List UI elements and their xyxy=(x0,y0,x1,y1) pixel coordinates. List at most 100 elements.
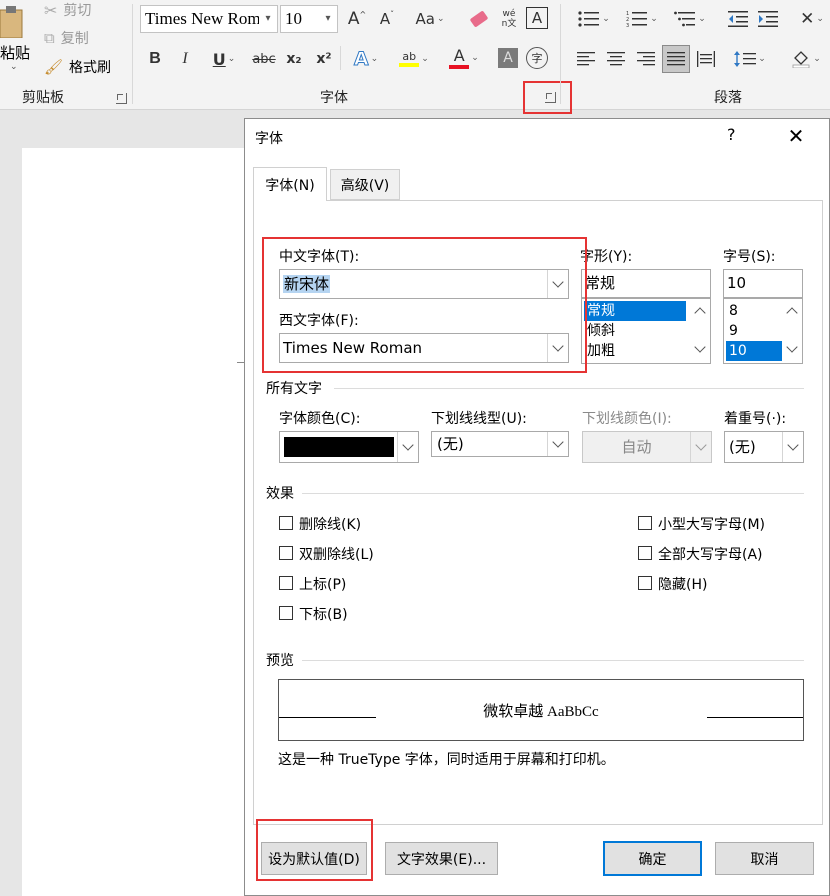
scroll-down-icon[interactable] xyxy=(694,341,706,355)
cancel-button[interactable]: 取消 xyxy=(715,842,814,875)
small-caps-checkbox[interactable] xyxy=(638,516,652,530)
list-item[interactable]: 8 xyxy=(726,301,782,321)
dialog-title: 字体 xyxy=(255,131,283,147)
emphasis-mark-combo[interactable]: (无) xyxy=(724,431,804,463)
superscript-checkbox[interactable] xyxy=(279,576,293,590)
tab-advanced[interactable]: 高级(V) xyxy=(330,169,400,200)
italic-button[interactable]: I xyxy=(174,46,196,72)
format-painter-button[interactable]: 🖌 格式刷 xyxy=(44,57,111,77)
help-icon[interactable]: ? xyxy=(727,125,736,144)
numbering-button[interactable]: 1 2 3 ⌄ xyxy=(622,6,662,32)
increase-indent-button[interactable] xyxy=(756,6,780,32)
align-center-button[interactable] xyxy=(604,46,628,72)
enclose-characters-icon: 字 xyxy=(531,52,543,65)
paste-button-label[interactable]: 粘贴 xyxy=(0,42,30,63)
align-right-button[interactable] xyxy=(634,46,658,72)
align-left-button[interactable] xyxy=(574,46,598,72)
font-style-list[interactable]: 常规 倾斜 加粗 xyxy=(581,298,711,364)
font-size-value: 10 xyxy=(727,274,747,292)
align-right-icon xyxy=(637,52,655,66)
copy-label: 复制 xyxy=(60,31,89,47)
list-item[interactable]: 加粗 xyxy=(584,341,686,361)
paste-icon[interactable] xyxy=(0,4,26,39)
justify-button[interactable] xyxy=(662,45,690,73)
chinese-layout-button[interactable]: ✕ ⌄ xyxy=(794,6,830,32)
font-color-combo[interactable] xyxy=(279,431,419,463)
underline-color-value: 自动 xyxy=(621,438,652,456)
shading-button[interactable]: ⌄ xyxy=(786,46,826,72)
font-group-label: 字体 xyxy=(320,90,348,106)
font-style-input[interactable]: 常规 xyxy=(581,269,711,298)
ribbon-font-size-combo[interactable]: 10 ▾ xyxy=(280,5,338,33)
shrink-font-button[interactable]: Aˇ xyxy=(374,6,400,32)
character-border-button[interactable]: A xyxy=(526,7,548,29)
scroll-down-icon[interactable] xyxy=(786,341,798,355)
ok-button[interactable]: 确定 xyxy=(603,841,702,876)
grow-font-button[interactable]: A ^ xyxy=(344,6,370,32)
bold-button[interactable]: B xyxy=(144,46,166,72)
phonetic-guide-button[interactable]: wén文 xyxy=(496,6,522,32)
list-item[interactable]: 10 xyxy=(726,341,782,361)
decrease-indent-icon xyxy=(728,11,748,27)
multilevel-list-button[interactable]: ⌄ xyxy=(670,6,710,32)
font-color-button[interactable]: A ⌄ xyxy=(444,44,484,72)
all-text-section-label: 所有文字 xyxy=(266,381,322,397)
font-selection-highlight-annotation xyxy=(262,237,587,373)
ribbon-font-name-combo[interactable]: Times New Rom ▾ xyxy=(140,5,278,33)
font-size-input[interactable]: 10 xyxy=(723,269,803,298)
list-item[interactable]: 9 xyxy=(726,321,782,341)
subscript-checkbox[interactable] xyxy=(279,606,293,620)
ribbon-font-name-value: Times New Rom xyxy=(145,9,261,28)
line-spacing-button[interactable]: ⌄ xyxy=(730,46,770,72)
text-effects-dialog-button[interactable]: 文字效果(E)... xyxy=(385,842,498,875)
enclose-characters-button[interactable]: 字 xyxy=(526,47,548,69)
group-divider xyxy=(340,46,341,70)
preview-box: 微软卓越 AaBbCc xyxy=(278,679,804,741)
distributed-button[interactable] xyxy=(694,46,718,72)
character-shading-button[interactable]: A xyxy=(498,48,518,68)
shrink-font-icon: A xyxy=(379,10,391,28)
chevron-down-icon[interactable]: ▾ xyxy=(259,6,277,32)
emphasis-mark-value: (无) xyxy=(729,438,756,456)
strikethrough-checkbox[interactable] xyxy=(279,516,293,530)
font-size-list[interactable]: 8 9 10 xyxy=(723,298,803,364)
hidden-checkbox[interactable] xyxy=(638,576,652,590)
chevron-down-icon[interactable] xyxy=(397,432,418,462)
double-strikethrough-checkbox[interactable] xyxy=(279,546,293,560)
scroll-up-icon[interactable] xyxy=(694,305,706,319)
strikethrough-button[interactable]: abc xyxy=(250,46,278,72)
underline-button[interactable]: U ⌄ xyxy=(204,46,244,72)
change-case-button[interactable]: Aa ⌄ xyxy=(410,6,450,32)
tab-font[interactable]: 字体(N) xyxy=(253,167,327,201)
underline-style-combo[interactable]: (无) xyxy=(431,431,569,457)
paste-dropdown-icon[interactable]: ⌄ xyxy=(10,62,18,72)
subscript-button[interactable]: x₂ xyxy=(282,46,306,72)
strikethrough-icon: abc xyxy=(252,51,276,67)
align-center-icon xyxy=(607,52,625,66)
copy-icon: ⧉ xyxy=(44,29,55,47)
chevron-down-icon[interactable] xyxy=(547,432,568,456)
scissors-icon: ✂ xyxy=(44,0,58,20)
text-effects-button[interactable]: A ⌄ xyxy=(348,46,384,72)
clipboard-launcher-icon[interactable] xyxy=(116,93,127,104)
clear-formatting-button[interactable] xyxy=(466,6,492,32)
font-style-label: 字形(Y): xyxy=(580,249,633,265)
decrease-indent-button[interactable] xyxy=(726,6,750,32)
scroll-up-icon[interactable] xyxy=(786,305,798,319)
underline-style-value: (无) xyxy=(437,435,464,453)
justify-icon xyxy=(667,52,685,66)
increase-indent-icon xyxy=(758,11,778,27)
cut-button[interactable]: ✂ 剪切 xyxy=(44,0,91,20)
list-item[interactable]: 倾斜 xyxy=(584,321,686,341)
bullets-button[interactable]: ⌄ xyxy=(574,6,614,32)
ribbon-font-size-value: 10 xyxy=(285,9,302,28)
chevron-down-icon[interactable]: ▾ xyxy=(319,6,337,32)
chevron-down-icon[interactable] xyxy=(782,432,803,462)
highlight-button[interactable]: ab ⌄ xyxy=(394,46,434,72)
close-icon[interactable]: ✕ xyxy=(781,121,811,151)
list-item[interactable]: 常规 xyxy=(584,301,686,321)
document-page[interactable] xyxy=(22,148,252,896)
superscript-button[interactable]: x² xyxy=(312,46,336,72)
all-caps-checkbox[interactable] xyxy=(638,546,652,560)
copy-button[interactable]: ⧉ 复制 xyxy=(44,28,89,48)
